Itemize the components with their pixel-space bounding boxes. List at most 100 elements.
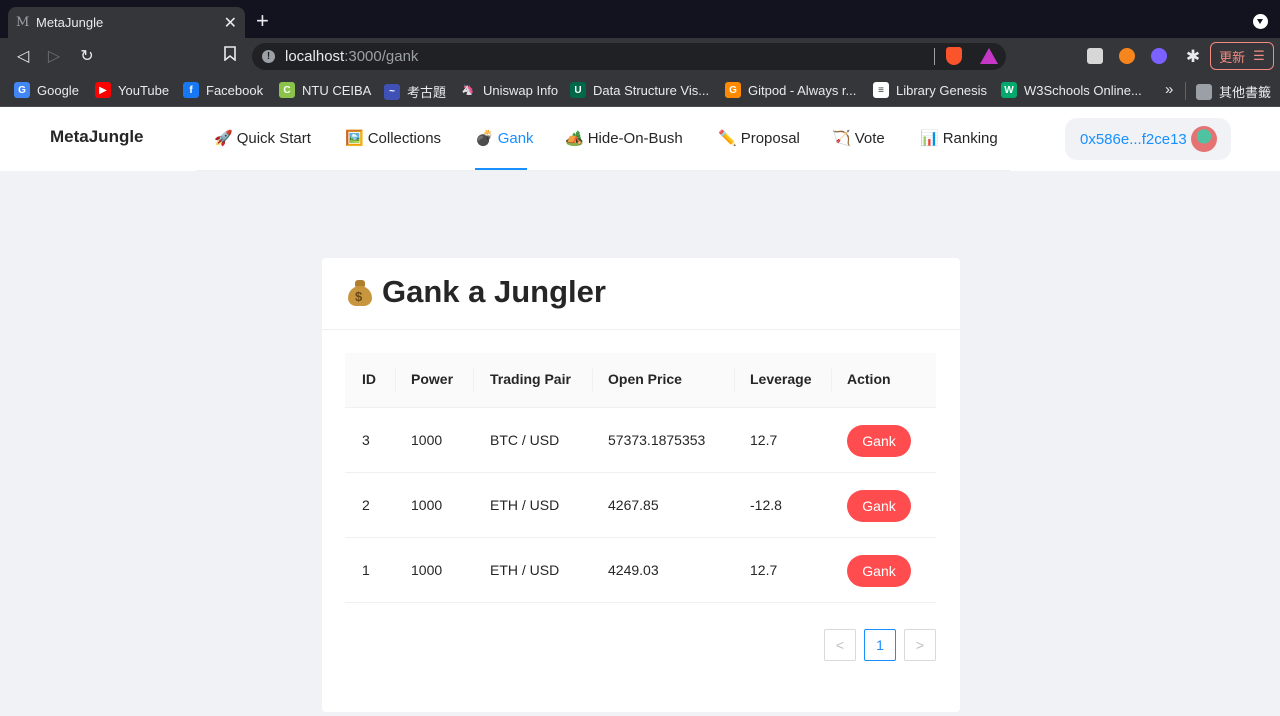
omnibox-divider [934,48,935,65]
cell-open-price: 57373.1875353 [608,432,706,448]
menu-emoji-icon: 🚀 [214,130,233,147]
menu-emoji-icon: 🏹 [832,130,851,147]
menu-item-vote[interactable]: 🏹 Vote [832,129,885,147]
cell-power: 1000 [411,562,443,578]
extensions-puzzle-icon[interactable]: ✱ [1182,46,1204,68]
tab-search-chevron-icon[interactable] [1253,14,1268,29]
bookmark-5[interactable]: 🦄 Uniswap Info [460,82,558,98]
cell-id: 1 [362,562,370,578]
app-logo[interactable]: MetaJungle [50,127,144,147]
menu-item-hide-on-bush[interactable]: 🏕️ Hide-On-Bush [565,129,683,147]
url-text: localhost:3000/gank [285,48,419,65]
bookmark-favicon-icon: 🦄 [460,82,476,98]
bookmark-label: Google [37,82,79,98]
bookmark-favicon-icon: G [14,82,30,98]
bookmark-2[interactable]: f Facebook [183,82,263,98]
column-divider [592,369,593,391]
menu-item-label: Gank [497,130,534,147]
cell-pair: ETH / USD [490,497,560,513]
menu-item-collections[interactable]: 🖼️ Collections [345,129,441,147]
column-header: Open Price [608,371,682,387]
gank-button[interactable]: Gank [847,425,911,457]
main-nav-menu: 🚀 Quick Start 🖼️ Collections 💣 Gank 🏕️ Hide-On-… [196,107,1010,171]
cell-power: 1000 [411,432,443,448]
menu-lines-icon: ☰ [1253,48,1265,63]
menu-item-label: Collections [367,130,442,147]
tab-title: MetaJungle [36,15,104,30]
cell-leverage: -12.8 [750,497,782,513]
browser-tab[interactable]: M MetaJungle ✕ [8,7,245,38]
menu-item-gank[interactable]: 💣 Gank [475,129,534,147]
menu-item-label: Quick Start [236,130,311,147]
bookmark-icon[interactable] [219,46,241,68]
site-info-icon[interactable]: ! [262,50,275,63]
pagination-prev-button[interactable]: < [824,629,856,661]
avatar [1191,126,1217,152]
cell-leverage: 12.7 [750,562,778,578]
active-menu-underline [475,168,527,170]
column-divider [473,369,474,391]
bookmark-4[interactable]: ~ 考古題 [384,82,446,101]
brave-shield-icon[interactable] [946,47,962,65]
gank-card: $ Gank a Jungler ID Power Trading Pair Open… [322,258,960,712]
browser-toolbar: ◁ ▷ ↻ ! localhost:3000/gank ✱ 更新 ☰ [0,38,1280,74]
wallet-account-button[interactable]: 0x586e...f2ce13 [1065,118,1231,160]
bookmark-8[interactable]: ≡ Library Genesis [873,82,987,98]
bookmark-1[interactable]: ▶ YouTube [95,82,169,98]
table-row: 1 1000 ETH / USD 4249.03 12.7 Gank [345,538,936,603]
bookmark-0[interactable]: G Google [14,82,79,98]
update-button[interactable]: 更新 ☰ [1210,42,1274,70]
column-header: Leverage [750,371,812,387]
menu-emoji-icon: 💣 [475,130,494,147]
bookmark-favicon-icon: ≡ [873,82,889,98]
browser-tab-strip: M MetaJungle ✕ + [0,0,1280,38]
new-tab-plus-icon[interactable]: + [256,8,269,34]
pagination-page-1[interactable]: 1 [864,629,896,661]
bookmark-6[interactable]: U Data Structure Vis... [570,82,709,98]
bookmark-favicon-icon: f [183,82,199,98]
card-header: $ Gank a Jungler [322,258,960,330]
menu-item-label: Ranking [942,130,998,147]
menu-item-quick-start[interactable]: 🚀 Quick Start [214,129,311,147]
back-arrow-icon[interactable]: ◁ [12,46,34,68]
folder-icon [1196,83,1212,100]
bookmark-7[interactable]: G Gitpod - Always r... [725,82,856,98]
bookmark-label: YouTube [118,82,170,98]
column-divider [831,369,832,391]
page-title-text: Gank a Jungler [382,274,606,309]
menu-item-label: Vote [854,130,885,147]
bookmark-label: Facebook [206,82,264,98]
gank-button[interactable]: Gank [847,490,911,522]
tab-favicon-icon: M [16,15,30,30]
other-bookmarks-folder[interactable]: 其他書籤 [1196,82,1271,101]
bookmark-favicon-icon: ▶ [95,82,111,98]
menu-item-proposal[interactable]: ✏️ Proposal [718,129,800,147]
gank-button[interactable]: Gank [847,555,911,587]
column-header: ID [362,371,376,387]
extension-document-icon[interactable] [1087,48,1103,64]
menu-emoji-icon: 🖼️ [345,130,364,147]
bookmark-favicon-icon: G [725,82,741,98]
cell-power: 1000 [411,497,443,513]
pagination-next-button[interactable]: > [904,629,936,661]
money-bag-icon: $ [348,278,372,306]
reload-icon[interactable]: ↻ [76,46,98,68]
forward-arrow-icon[interactable]: ▷ [43,46,65,68]
bookmarks-bar: » 其他書籤 G Google ▶ YouTube f Facebook C NTU CEIB… [0,74,1280,107]
tab-close-icon[interactable]: ✕ [224,13,237,33]
bookmarks-divider [1185,82,1186,100]
metamask-fox-icon[interactable] [1119,48,1135,64]
menu-item-ranking[interactable]: 📊 Ranking [920,129,998,147]
wallet-address: 0x586e...f2ce13 [1080,130,1187,148]
brave-rewards-icon[interactable] [980,48,998,64]
more-bookmarks-chevron-icon[interactable]: » [1165,81,1173,98]
menu-emoji-icon: 📊 [920,130,939,147]
bookmark-label: Library Genesis [896,82,988,98]
bookmark-3[interactable]: C NTU CEIBA [279,82,371,98]
bookmark-9[interactable]: W W3Schools Online... [1001,82,1142,98]
address-bar[interactable]: ! localhost:3000/gank [252,43,1006,70]
extension-ghost-icon[interactable] [1151,48,1167,64]
bookmark-favicon-icon: C [279,82,295,98]
column-divider [395,369,396,391]
column-header: Trading Pair [490,371,571,387]
